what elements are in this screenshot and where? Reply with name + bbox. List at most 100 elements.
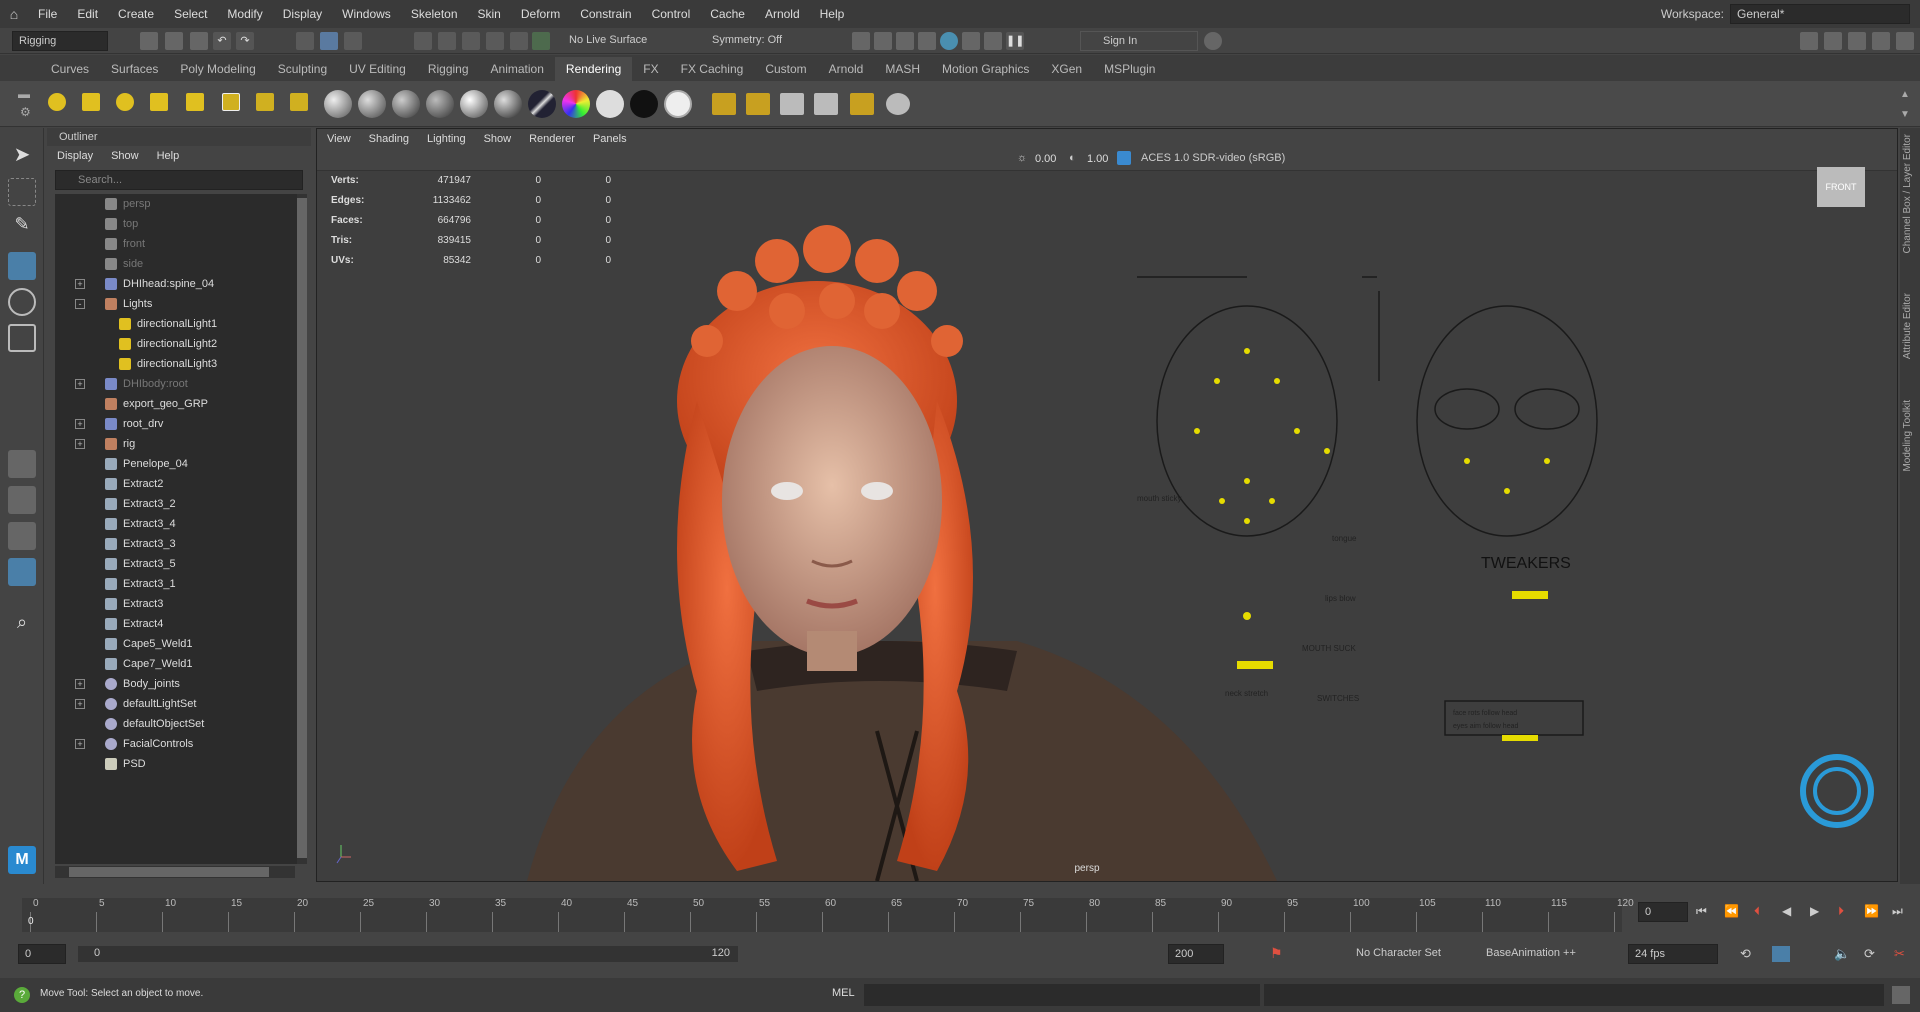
render-frame-icon[interactable] [874,32,892,50]
create-camera-icon[interactable] [256,93,274,111]
outliner-item[interactable]: - Lights [55,294,303,314]
menu-constrain[interactable]: Constrain [570,0,641,28]
outliner-item[interactable]: + rig [55,434,303,454]
snap-view-icon[interactable] [486,32,504,50]
outliner-item[interactable]: Cape5_Weld1 [55,634,303,654]
exposure-field[interactable]: 0.00 [1035,153,1056,165]
outliner-item[interactable]: top [55,214,303,234]
fps-dropdown[interactable]: 24 fps [1628,944,1718,964]
shelf-tab-animation[interactable]: Animation [480,57,555,81]
spot-light-icon[interactable] [150,93,168,111]
shelf-scroll-up-icon[interactable]: ▲ [1900,89,1910,100]
expand-toggle-icon[interactable]: + [75,679,85,689]
snap-live-icon[interactable] [532,32,550,50]
outliner-vscrollbar[interactable] [297,194,307,864]
anim-layer-dropdown[interactable]: BaseAnimation ++ [1480,944,1600,964]
render-view-icon[interactable] [852,32,870,50]
undo-icon[interactable]: ↶ [213,32,231,50]
expand-toggle-icon[interactable]: + [75,279,85,289]
light-editor-icon[interactable] [984,32,1002,50]
ambient-light-icon[interactable] [48,93,66,111]
toggle-tool-settings-icon[interactable] [1848,32,1866,50]
menu-arnold[interactable]: Arnold [755,0,810,28]
menu-select[interactable]: Select [164,0,217,28]
outliner-item[interactable]: Extract3_1 [55,574,303,594]
script-language-toggle[interactable]: MEL [832,987,855,999]
outliner-item[interactable]: + FacialControls [55,734,303,754]
blinn-material-icon[interactable] [324,90,352,118]
character-set-dropdown[interactable]: No Character Set [1350,944,1460,964]
cancel-batch-icon[interactable] [814,93,838,115]
shelf-tab-motion-graphics[interactable]: Motion Graphics [931,57,1040,81]
white-shader-icon[interactable] [596,90,624,118]
shelf-tab-arnold[interactable]: Arnold [818,57,875,81]
outliner-item[interactable]: directionalLight2 [55,334,303,354]
render-toon-icon[interactable] [886,93,910,115]
shelf-menu-icon[interactable]: ▬ [18,87,30,101]
color-space-dropdown[interactable]: ACES 1.0 SDR-video (sRGB) [1135,150,1331,168]
outliner-item[interactable]: side [55,254,303,274]
scale-tool-icon[interactable] [8,324,36,352]
sound-icon[interactable]: 🔈 [1834,946,1850,962]
outliner-item[interactable]: Cape7_Weld1 [55,654,303,674]
phong-material-icon[interactable] [392,90,420,118]
snap-curve-icon[interactable] [438,32,456,50]
animation-start-field[interactable]: 0 [18,944,66,964]
camera-aim-icon[interactable] [290,93,308,111]
viewport-menu-view[interactable]: View [327,129,351,149]
open-scene-icon[interactable] [165,32,183,50]
search-icon[interactable]: ⌕ [8,612,36,640]
snap-point-icon[interactable] [462,32,480,50]
outliner-item[interactable]: Extract3_2 [55,494,303,514]
render-icon[interactable] [712,93,736,115]
cache-playback-icon[interactable] [1772,946,1790,962]
outliner-layout-icon[interactable] [8,558,36,586]
animation-prefs-icon[interactable]: ⟳ [1864,946,1875,962]
sign-in-button[interactable]: Sign In [1080,31,1198,51]
play-forward-icon[interactable]: ▶ [1810,904,1819,918]
menu-skin[interactable]: Skin [468,0,511,28]
toggle-modeling-toolkit-icon[interactable] [1800,32,1818,50]
view-cube-front[interactable]: FRONT [1817,167,1865,207]
save-scene-icon[interactable] [190,32,208,50]
expand-toggle-icon[interactable]: + [75,699,85,709]
outliner-item[interactable]: defaultObjectSet [55,714,303,734]
lambert-material-icon[interactable] [358,90,386,118]
persp-outliner-layout-icon[interactable] [8,522,36,550]
play-backward-icon[interactable]: ◀ [1782,904,1791,918]
shelf-scroll-down-icon[interactable]: ▼ [1900,109,1910,120]
facial-rig-board[interactable] [1137,276,1598,741]
toggle-channel-box-icon[interactable] [1872,32,1890,50]
render-settings-icon[interactable] [918,32,936,50]
render-sequence-icon[interactable] [746,93,770,115]
outliner-hscrollbar[interactable] [55,866,295,878]
shelf-tab-mash[interactable]: MASH [874,57,931,81]
current-frame-field[interactable]: 0 [1638,902,1688,922]
shelf-tab-fx[interactable]: FX [632,57,669,81]
menu-edit[interactable]: Edit [67,0,108,28]
outliner-item[interactable]: + defaultLightSet [55,694,303,714]
select-object-icon[interactable] [320,32,338,50]
phonge-material-icon[interactable] [426,90,454,118]
menu-cache[interactable]: Cache [700,0,755,28]
channel-box-tab[interactable]: Channel Box / Layer Editor [1902,134,1913,254]
outliner-item[interactable]: Extract3 [55,594,303,614]
outliner-item[interactable]: PSD [55,754,303,774]
step-forward-frame-icon[interactable]: ⏵ [1838,904,1844,919]
expand-toggle-icon[interactable]: + [75,439,85,449]
outliner-menu-show[interactable]: Show [111,146,139,166]
shelf-tab-curves[interactable]: Curves [40,57,100,81]
single-perspective-layout-icon[interactable] [8,450,36,478]
menu-file[interactable]: File [28,0,67,28]
playback-settings-icon[interactable]: ✂ [1894,946,1905,962]
gamma-icon[interactable]: ◐ [1069,152,1076,164]
outliner-item[interactable]: + DHIhead:spine_04 [55,274,303,294]
shelf-tab-fx-caching[interactable]: FX Caching [670,57,755,81]
point-light-icon[interactable] [116,93,134,111]
lasso-tool-icon[interactable] [8,178,36,206]
menu-skeleton[interactable]: Skeleton [401,0,468,28]
outliner-menu-help[interactable]: Help [157,146,180,166]
live-surface-field[interactable]: No Live Surface [563,31,673,51]
rig-control-dots[interactable] [1194,348,1550,620]
time-slider[interactable]: 0 5 10 15 20 25 30 35 40 45 50 55 60 65 70 75 80 85 90 95 10… [0,884,1920,932]
